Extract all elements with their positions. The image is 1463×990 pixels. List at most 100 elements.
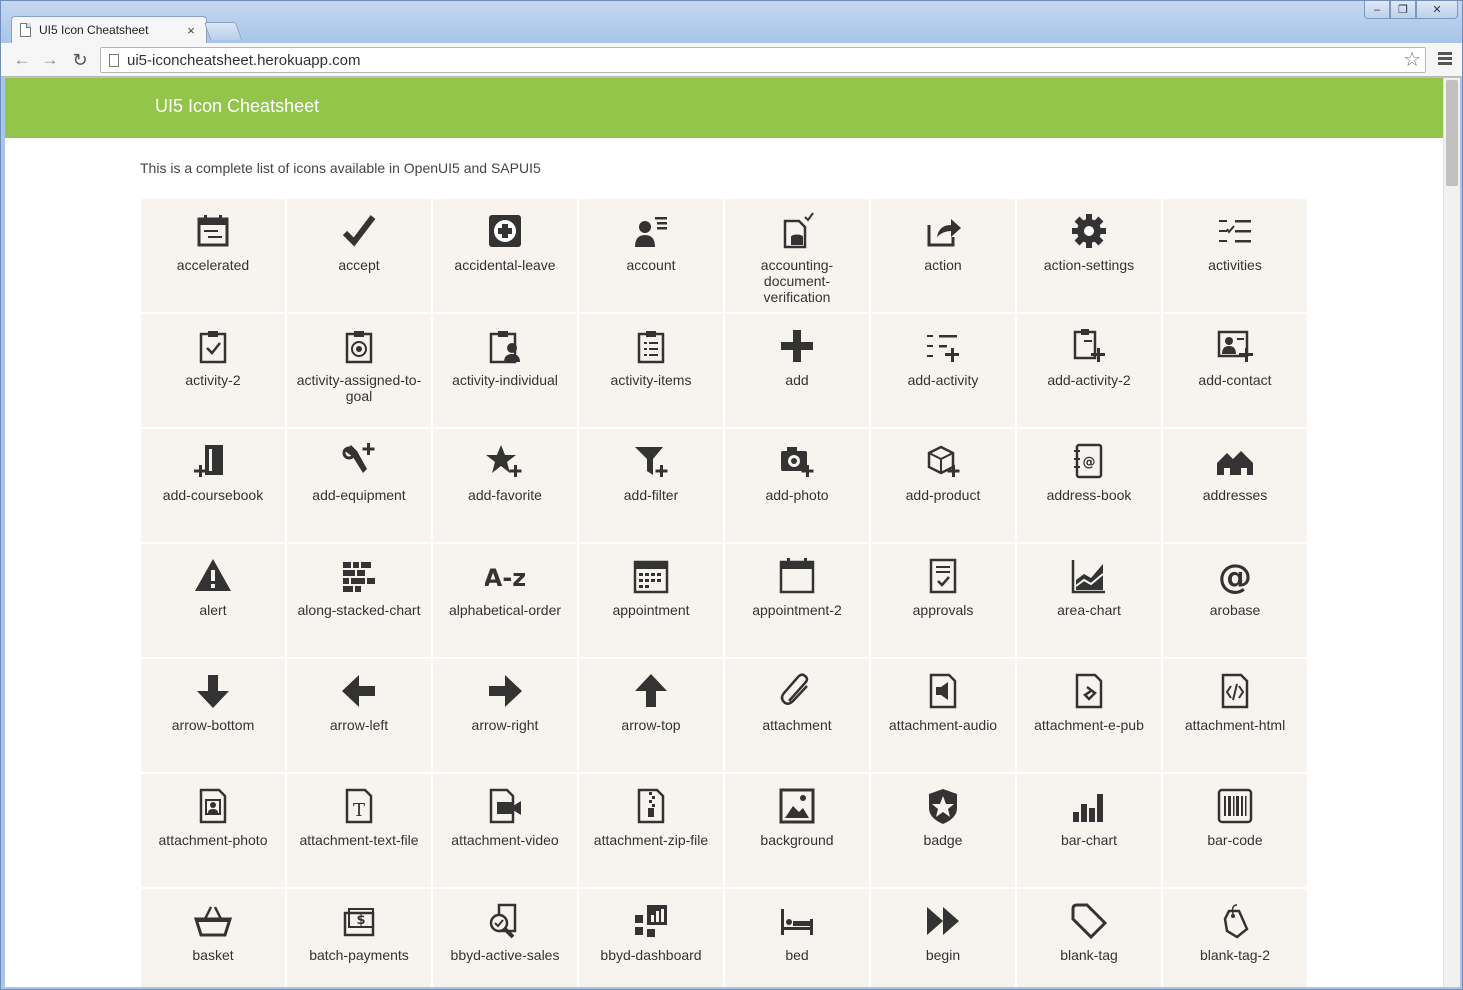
- icon-tile-bbyd-dashboard[interactable]: bbyd-dashboard: [578, 888, 724, 987]
- icon-tile-bar-code[interactable]: bar-code: [1162, 773, 1308, 888]
- icon-tile-add-photo[interactable]: add-photo: [724, 428, 870, 543]
- icon-label: alert: [199, 602, 227, 618]
- action-settings-icon: [1072, 214, 1106, 248]
- icon-tile-batch-payments[interactable]: $ batch-payments: [286, 888, 432, 987]
- icon-tile-add[interactable]: add: [724, 313, 870, 428]
- icon-tile-arrow-left[interactable]: arrow-left: [286, 658, 432, 773]
- browser-menu-icon[interactable]: [1438, 52, 1452, 67]
- icon-tile-activity-individual[interactable]: activity-individual: [432, 313, 578, 428]
- svg-text:A-z: A-z: [485, 564, 525, 592]
- icon-tile-area-chart[interactable]: area-chart: [1016, 543, 1162, 658]
- icon-tile-action-settings[interactable]: action-settings: [1016, 198, 1162, 313]
- icon-tile-arrow-top[interactable]: arrow-top: [578, 658, 724, 773]
- add-icon: [781, 330, 813, 362]
- icon-tile-add-product[interactable]: add-product: [870, 428, 1016, 543]
- back-button[interactable]: ←: [11, 49, 33, 71]
- icon-tile-activities[interactable]: activities: [1162, 198, 1308, 313]
- icon-tile-action[interactable]: action: [870, 198, 1016, 313]
- icon-tile-bar-chart[interactable]: bar-chart: [1016, 773, 1162, 888]
- icon-tile-activity-2[interactable]: activity-2: [140, 313, 286, 428]
- icon-label: accept: [338, 257, 380, 273]
- icon-tile-add-favorite[interactable]: add-favorite: [432, 428, 578, 543]
- icon-tile-arrow-right[interactable]: arrow-right: [432, 658, 578, 773]
- icon-tile-badge[interactable]: badge: [870, 773, 1016, 888]
- scrollbar-thumb[interactable]: [1446, 80, 1458, 186]
- tab-close-button[interactable]: ×: [184, 23, 198, 38]
- addresses-icon: [1217, 451, 1253, 475]
- icon-tile-alert[interactable]: alert: [140, 543, 286, 658]
- icon-label: add-favorite: [468, 487, 542, 503]
- blank-tag-2-icon: [1223, 904, 1249, 939]
- icon-tile-accidental-leave[interactable]: accidental-leave: [432, 198, 578, 313]
- attachment-zip-file-icon: [637, 788, 665, 824]
- icon-tile-blank-tag-2[interactable]: blank-tag-2: [1162, 888, 1308, 987]
- icon-tile-activity-assigned-to-goal[interactable]: activity-assigned-to-goal: [286, 313, 432, 428]
- browser-tab[interactable]: UI5 Icon Cheatsheet ×: [11, 16, 207, 43]
- app-header: UI5 Icon Cheatsheet: [5, 78, 1443, 138]
- icon-tile-attachment[interactable]: attachment: [724, 658, 870, 773]
- icon-tile-attachment-text-file[interactable]: Tattachment-text-file: [286, 773, 432, 888]
- alert-icon: [195, 559, 231, 591]
- forward-button[interactable]: →: [39, 49, 61, 71]
- icon-label: accounting-document-verification: [760, 257, 834, 305]
- icon-label: activity-2: [185, 372, 241, 388]
- attachment-text-file-icon: T: [345, 788, 373, 824]
- add-photo-icon: [781, 447, 814, 477]
- icon-tile-accelerated[interactable]: accelerated: [140, 198, 286, 313]
- icon-tile-arobase[interactable]: @ arobase: [1162, 543, 1308, 658]
- activity-individual-icon: [489, 331, 520, 364]
- reload-button[interactable]: ↻: [69, 49, 91, 71]
- icon-tile-begin[interactable]: begin: [870, 888, 1016, 987]
- icon-tile-accept[interactable]: accept: [286, 198, 432, 313]
- vertical-scrollbar[interactable]: [1443, 78, 1460, 987]
- icon-label: attachment-e-pub: [1034, 717, 1144, 733]
- icon-tile-alphabetical-order[interactable]: A-z alphabetical-order: [432, 543, 578, 658]
- icon-tile-approvals[interactable]: approvals: [870, 543, 1016, 658]
- icon-tile-accounting-document-verification[interactable]: accounting-document-verification: [724, 198, 870, 313]
- icon-tile-add-activity-2[interactable]: add-activity-2: [1016, 313, 1162, 428]
- icon-tile-appointment-2[interactable]: appointment-2: [724, 543, 870, 658]
- icon-tile-along-stacked-chart[interactable]: along-stacked-chart: [286, 543, 432, 658]
- page-icon: [20, 23, 31, 37]
- arrow-left-icon: [342, 675, 375, 707]
- icon-tile-addresses[interactable]: addresses: [1162, 428, 1308, 543]
- icon-tile-add-equipment[interactable]: add-equipment: [286, 428, 432, 543]
- icon-tile-blank-tag[interactable]: blank-tag: [1016, 888, 1162, 987]
- icon-tile-address-book[interactable]: @ address-book: [1016, 428, 1162, 543]
- icon-label: action: [924, 257, 962, 273]
- icon-tile-attachment-zip-file[interactable]: attachment-zip-file: [578, 773, 724, 888]
- icon-tile-appointment[interactable]: appointment: [578, 543, 724, 658]
- add-activity-2-icon: [1073, 329, 1105, 362]
- icon-tile-arrow-bottom[interactable]: arrow-bottom: [140, 658, 286, 773]
- minimize-button[interactable]: –: [1364, 1, 1390, 19]
- restore-button[interactable]: ❐: [1390, 1, 1416, 19]
- icon-label: arrow-right: [471, 717, 539, 733]
- icon-tile-add-filter[interactable]: add-filter: [578, 428, 724, 543]
- icon-tile-add-contact[interactable]: add-contact: [1162, 313, 1308, 428]
- icon-tile-basket[interactable]: basket: [140, 888, 286, 987]
- icon-tile-bbyd-active-sales[interactable]: bbyd-active-sales: [432, 888, 578, 987]
- icon-tile-attachment-video[interactable]: attachment-video: [432, 773, 578, 888]
- icon-tile-attachment-html[interactable]: attachment-html: [1162, 658, 1308, 773]
- url-text[interactable]: ui5-iconcheatsheet.herokuapp.com: [127, 52, 360, 69]
- accept-icon: [342, 215, 376, 247]
- close-window-button[interactable]: ✕: [1416, 1, 1458, 19]
- batch-payments-icon: $: [343, 908, 375, 937]
- add-activity-icon: [927, 335, 959, 362]
- icon-tile-add-activity[interactable]: add-activity: [870, 313, 1016, 428]
- activity-assigned-to-goal-icon: [345, 331, 373, 364]
- icon-tile-bed[interactable]: bed: [724, 888, 870, 987]
- arrow-right-icon: [489, 675, 522, 707]
- icon-tile-attachment-audio[interactable]: attachment-audio: [870, 658, 1016, 773]
- accelerated-icon: [197, 215, 229, 247]
- icon-tile-attachment-e-pub[interactable]: attachment-e-pub: [1016, 658, 1162, 773]
- icon-tile-background[interactable]: background: [724, 773, 870, 888]
- icon-label: accelerated: [176, 257, 250, 273]
- icon-tile-account[interactable]: account: [578, 198, 724, 313]
- icon-tile-attachment-photo[interactable]: attachment-photo: [140, 773, 286, 888]
- icon-tile-add-coursebook[interactable]: add-coursebook: [140, 428, 286, 543]
- bookmark-star-icon[interactable]: ☆: [1403, 48, 1421, 72]
- icon-tile-activity-items[interactable]: activity-items: [578, 313, 724, 428]
- address-bar[interactable]: ui5-iconcheatsheet.herokuapp.com ☆: [100, 47, 1426, 73]
- new-tab-button[interactable]: [203, 22, 243, 40]
